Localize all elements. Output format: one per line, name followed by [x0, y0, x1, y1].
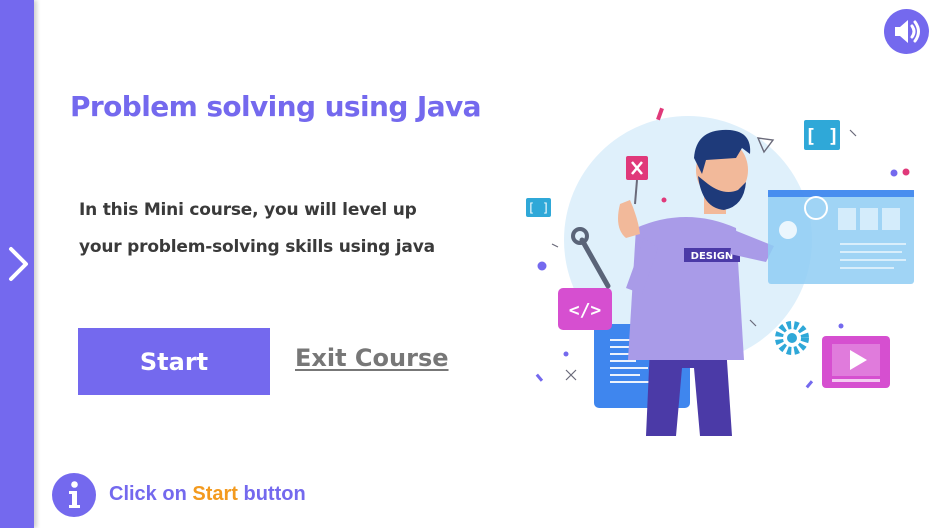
hint-highlight: Start — [192, 483, 238, 505]
course-title: Problem solving using Java — [70, 90, 482, 123]
exit-course-link[interactable]: Exit Course — [295, 344, 449, 372]
hint-prefix: Click on — [109, 483, 187, 505]
info-icon — [52, 473, 96, 517]
speaker-icon — [895, 20, 920, 43]
svg-text:[ ]: [ ] — [528, 201, 550, 215]
hint-text: Click on Start button — [109, 483, 306, 506]
course-description: In this Mini course, you will level up y… — [79, 192, 499, 266]
description-line-1: In this Mini course, you will level up — [79, 200, 417, 220]
side-nav-bar[interactable] — [0, 0, 34, 528]
shirt-text: DESIGN — [691, 251, 734, 262]
description-line-2: your problem-solving skills using java — [79, 237, 435, 257]
hint-suffix: button — [243, 483, 306, 505]
start-button[interactable]: Start — [78, 328, 270, 395]
chevron-right-icon[interactable] — [4, 244, 32, 284]
developer-illustration: [ ] [ ] </> DESIGN — [526, 107, 914, 436]
svg-text:</>: </> — [569, 300, 602, 321]
audio-toggle-button[interactable] — [884, 9, 929, 54]
svg-text:[ ]: [ ] — [805, 125, 839, 147]
